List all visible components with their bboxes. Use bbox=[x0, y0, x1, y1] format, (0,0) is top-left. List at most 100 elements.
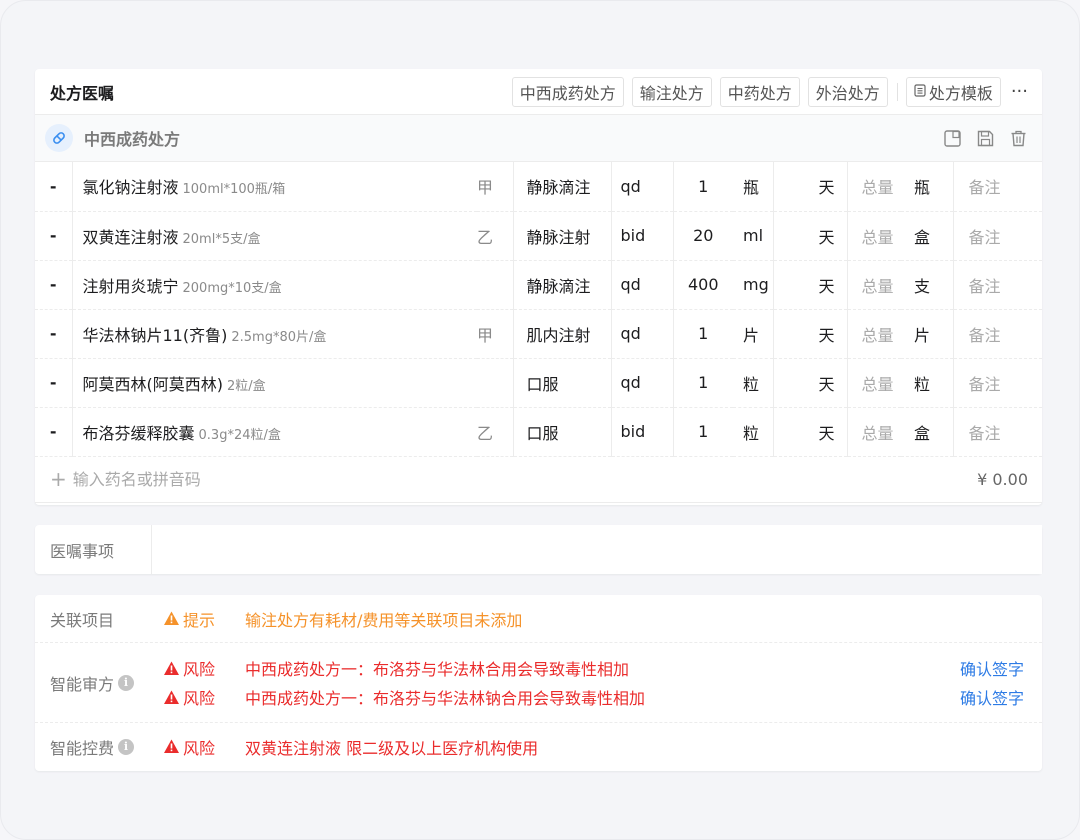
drug-name-cell[interactable]: 阿莫西林(阿莫西林) 2粒/盒 bbox=[72, 358, 477, 408]
drug-name-cell[interactable]: 华法林钠片11(齐鲁) 2.5mg*80片/盒 bbox=[72, 309, 477, 359]
tab-infusion[interactable]: 输注处方 bbox=[631, 76, 712, 107]
total-price: ¥ 0.00 bbox=[977, 469, 1028, 489]
note-cell[interactable]: 备注 bbox=[953, 162, 1042, 212]
frequency-cell[interactable]: qd bbox=[611, 260, 674, 310]
note-cell[interactable]: 备注 bbox=[953, 407, 1042, 457]
days-cell[interactable]: 天 bbox=[773, 358, 848, 408]
drug-spec: 2粒/盒 bbox=[227, 378, 266, 394]
risk-triangle-icon bbox=[163, 738, 180, 755]
total-unit-cell[interactable]: 支 bbox=[901, 260, 954, 310]
days-cell[interactable]: 天 bbox=[773, 211, 848, 261]
days-cell[interactable]: 天 bbox=[773, 407, 848, 457]
drug-name-cell[interactable]: 双黄连注射液 20ml*5支/盒 bbox=[72, 211, 477, 261]
table-row: - 注射用炎琥宁 200mg*10支/盒 静脉滴注 qd 400 mg 天总量支备注 bbox=[35, 260, 1042, 310]
dose-unit-cell[interactable]: 瓶 bbox=[733, 162, 774, 212]
dose-cell[interactable]: 1 bbox=[673, 309, 733, 359]
more-icon[interactable]: ··· bbox=[1011, 81, 1028, 102]
route-cell[interactable]: 静脉滴注 bbox=[513, 162, 612, 212]
total-unit-cell[interactable]: 片 bbox=[901, 309, 954, 359]
route-cell[interactable]: 静脉滴注 bbox=[513, 260, 612, 310]
dose-cell[interactable]: 20 bbox=[673, 211, 733, 261]
total-unit-cell[interactable]: 瓶 bbox=[901, 162, 954, 212]
delete-icon[interactable] bbox=[1009, 129, 1028, 148]
total-qty-cell[interactable]: 总量 bbox=[847, 309, 901, 359]
frequency-cell[interactable]: bid bbox=[611, 211, 674, 261]
advice-input[interactable] bbox=[152, 525, 1042, 574]
total-unit-cell[interactable]: 盒 bbox=[901, 211, 954, 261]
dose-unit-cell[interactable]: ml bbox=[733, 211, 774, 261]
advice-card: 医嘱事项 bbox=[35, 525, 1042, 574]
info-icon[interactable]: i bbox=[118, 674, 135, 691]
template-button[interactable]: 处方模板 bbox=[905, 76, 1001, 107]
dose-cell[interactable]: 1 bbox=[673, 407, 733, 457]
confirm-sign-link[interactable]: 确认签字 bbox=[960, 656, 1042, 680]
frequency-cell[interactable]: qd bbox=[611, 162, 674, 212]
dose-cell[interactable]: 1 bbox=[673, 162, 733, 212]
note-icon[interactable] bbox=[943, 129, 962, 148]
frequency-cell[interactable]: bid bbox=[611, 407, 674, 457]
tab-external[interactable]: 外治处方 bbox=[807, 76, 888, 107]
days-cell[interactable]: 天 bbox=[773, 309, 848, 359]
total-qty-cell[interactable]: 总量 bbox=[847, 260, 901, 310]
route-cell[interactable]: 肌内注射 bbox=[513, 309, 612, 359]
note-cell[interactable]: 备注 bbox=[953, 358, 1042, 408]
note-cell[interactable]: 备注 bbox=[953, 260, 1042, 310]
row-dash: - bbox=[35, 407, 73, 457]
save-icon[interactable] bbox=[976, 129, 995, 148]
frequency-cell[interactable]: qd bbox=[611, 358, 674, 408]
route-cell[interactable]: 口服 bbox=[513, 407, 612, 457]
fee-message: 双黄连注射液 限二级及以上医疗机构使用 bbox=[245, 738, 539, 758]
drug-name-cell[interactable]: 氯化钠注射液 100ml*100瓶/箱 bbox=[72, 162, 477, 212]
drug-name: 阿莫西林(阿莫西林) bbox=[82, 374, 224, 394]
dose-unit-cell[interactable]: 粒 bbox=[733, 358, 774, 408]
dose-unit-cell[interactable]: mg bbox=[733, 260, 774, 310]
drug-name: 布洛芬缓释胶囊 bbox=[82, 423, 195, 443]
related-items-message: 输注处方有耗材/费用等关联项目未添加 bbox=[245, 610, 523, 630]
advice-label: 医嘱事项 bbox=[35, 525, 152, 574]
tab-western-medicine[interactable]: 中西成药处方 bbox=[511, 76, 624, 107]
medication-table: - 氯化钠注射液 100ml*100瓶/箱甲静脉滴注 qd 1 瓶天总量瓶备注 - 双黄连注射… bbox=[35, 162, 1042, 457]
total-qty-cell[interactable]: 总量 bbox=[847, 162, 901, 212]
frequency-cell[interactable]: qd bbox=[611, 309, 674, 359]
drug-name-cell[interactable]: 布洛芬缓释胶囊 0.3g*24粒/盒 bbox=[72, 407, 477, 457]
total-qty-cell[interactable]: 总量 bbox=[847, 407, 901, 457]
days-cell[interactable]: 天 bbox=[773, 162, 848, 212]
drug-name-cell[interactable]: 注射用炎琥宁 200mg*10支/盒 bbox=[72, 260, 477, 310]
smart-fee-text: 智能控费 bbox=[50, 738, 115, 758]
total-qty-cell[interactable]: 总量 bbox=[847, 358, 901, 408]
smart-fee-label: 智能控费 i bbox=[35, 723, 163, 770]
dose-unit-cell[interactable]: 粒 bbox=[733, 407, 774, 457]
row-dash: - bbox=[35, 211, 73, 261]
note-cell[interactable]: 备注 bbox=[953, 309, 1042, 359]
warning-triangle-icon bbox=[163, 610, 180, 627]
dose-cell[interactable]: 1 bbox=[673, 358, 733, 408]
risk-badge: 风险 bbox=[183, 689, 216, 708]
days-cell[interactable]: 天 bbox=[773, 260, 848, 310]
related-items-row: 关联项目 提示 输注处方有耗材/费用等关联项目未添加 bbox=[35, 595, 1042, 643]
dose-unit-cell[interactable]: 片 bbox=[733, 309, 774, 359]
section-title: 中西成药处方 bbox=[84, 130, 181, 149]
total-unit-cell[interactable]: 粒 bbox=[901, 358, 954, 408]
drug-search-input[interactable] bbox=[72, 469, 978, 489]
table-row: - 氯化钠注射液 100ml*100瓶/箱甲静脉滴注 qd 1 瓶天总量瓶备注 bbox=[35, 162, 1042, 212]
route-cell[interactable]: 静脉注射 bbox=[513, 211, 612, 261]
total-unit-cell[interactable]: 盒 bbox=[901, 407, 954, 457]
info-icon[interactable]: i bbox=[118, 738, 135, 755]
plus-icon[interactable]: + bbox=[50, 469, 67, 489]
confirm-sign-link[interactable]: 确认签字 bbox=[960, 685, 1042, 709]
divider bbox=[896, 82, 898, 101]
risk-triangle-icon bbox=[163, 660, 180, 677]
smart-audit-row: 智能审方 i 风险 中西成药处方一：布洛芬与华法林合用会导致毒性相加 确认签字 … bbox=[35, 643, 1042, 723]
prescription-card: 处方医嘱 中西成药处方 输注处方 中药处方 外治处方 处方模板 ··· 中西成药… bbox=[35, 69, 1042, 505]
total-qty-cell[interactable]: 总量 bbox=[847, 211, 901, 261]
insurance-class: 甲 bbox=[477, 162, 514, 212]
drug-name: 双黄连注射液 bbox=[82, 227, 179, 247]
tab-herbal[interactable]: 中药处方 bbox=[719, 76, 800, 107]
row-dash: - bbox=[35, 260, 73, 310]
route-cell[interactable]: 口服 bbox=[513, 358, 612, 408]
audit-message: 中西成药处方一：布洛芬与华法林合用会导致毒性相加 bbox=[245, 660, 630, 679]
note-cell[interactable]: 备注 bbox=[953, 211, 1042, 261]
dose-cell[interactable]: 400 bbox=[673, 260, 733, 310]
row-dash: - bbox=[35, 309, 73, 359]
drug-spec: 0.3g*24粒/盒 bbox=[198, 427, 281, 443]
